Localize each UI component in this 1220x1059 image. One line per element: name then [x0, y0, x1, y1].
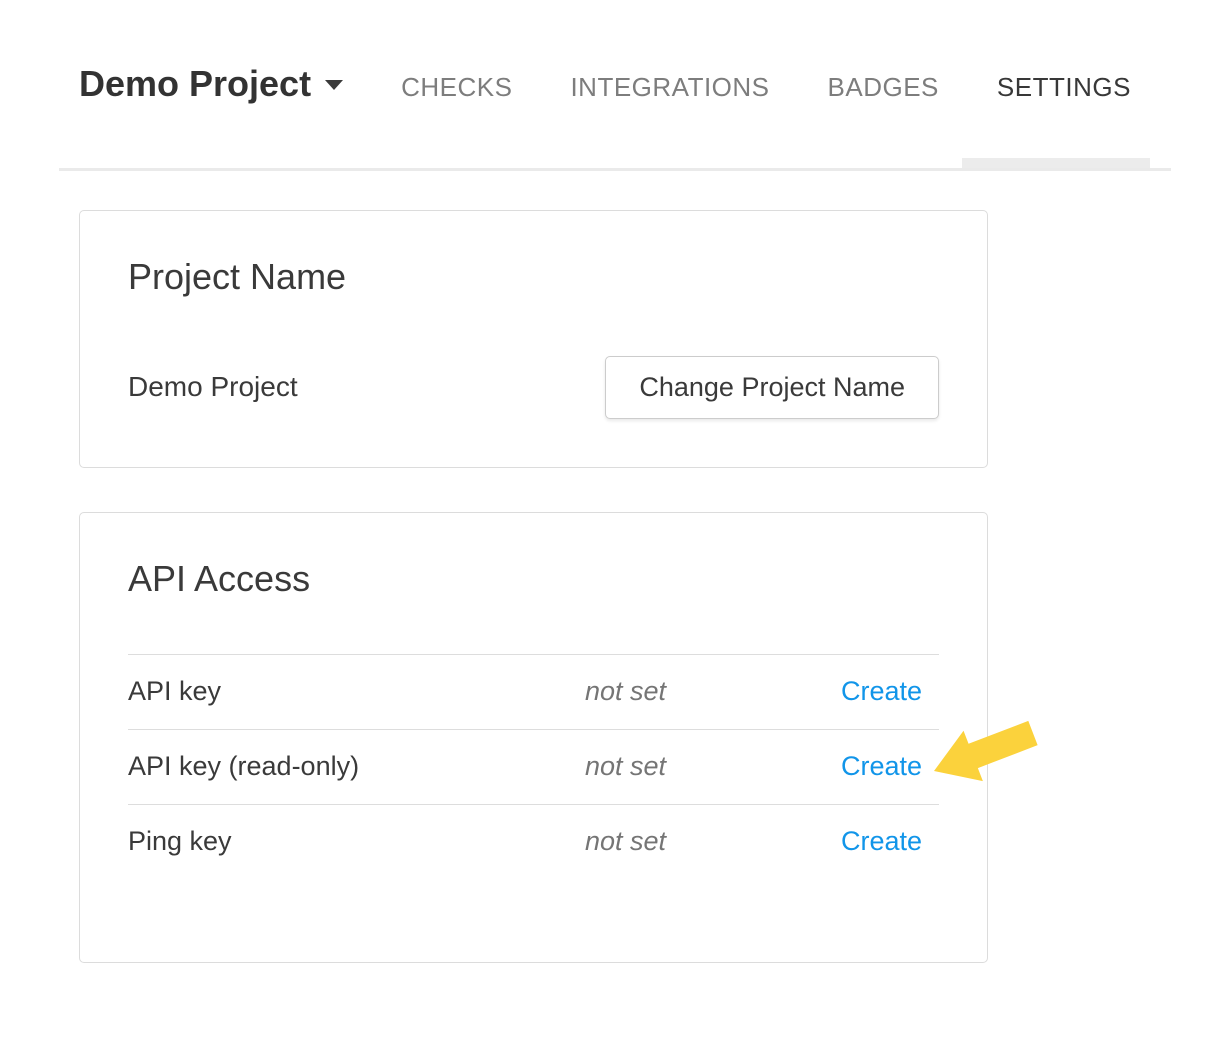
top-navigation: Demo Project CHECKS INTEGRATIONS BADGES …	[0, 0, 1220, 102]
tab-integrations[interactable]: INTEGRATIONS	[570, 74, 769, 100]
create-readonly-api-key-link[interactable]: Create	[841, 751, 922, 782]
row-value: not set	[585, 826, 841, 857]
api-access-card: API Access API key not set Create API ke…	[79, 512, 988, 963]
tab-checks[interactable]: CHECKS	[401, 74, 512, 100]
project-tabs: CHECKS INTEGRATIONS BADGES SETTINGS	[401, 74, 1131, 100]
row-label: Ping key	[128, 826, 585, 857]
table-row-api-key: API key not set Create	[128, 654, 939, 729]
header-divider	[59, 168, 1171, 171]
api-keys-table: API key not set Create API key (read-onl…	[128, 654, 939, 879]
caret-down-icon	[325, 80, 343, 90]
api-access-card-title: API Access	[128, 559, 939, 599]
tab-badges[interactable]: BADGES	[828, 74, 939, 100]
table-row-ping-key: Ping key not set Create	[128, 804, 939, 879]
tab-settings[interactable]: SETTINGS	[997, 74, 1131, 100]
project-name-card-title: Project Name	[128, 257, 939, 297]
table-row-api-key-read-only: API key (read-only) not set Create	[128, 729, 939, 804]
create-api-key-link[interactable]: Create	[841, 676, 922, 707]
project-switcher[interactable]: Demo Project	[79, 66, 343, 102]
project-name-row: Demo Project Change Project Name	[128, 356, 939, 419]
row-value: not set	[585, 751, 841, 782]
row-value: not set	[585, 676, 841, 707]
change-project-name-button[interactable]: Change Project Name	[605, 356, 939, 419]
row-label: API key (read-only)	[128, 751, 585, 782]
current-project-name: Demo Project	[128, 371, 298, 403]
project-switcher-label: Demo Project	[79, 63, 311, 104]
project-name-card: Project Name Demo Project Change Project…	[79, 210, 988, 468]
row-label: API key	[128, 676, 585, 707]
create-ping-key-link[interactable]: Create	[841, 826, 922, 857]
project-settings-page: Demo Project CHECKS INTEGRATIONS BADGES …	[0, 0, 1220, 1059]
